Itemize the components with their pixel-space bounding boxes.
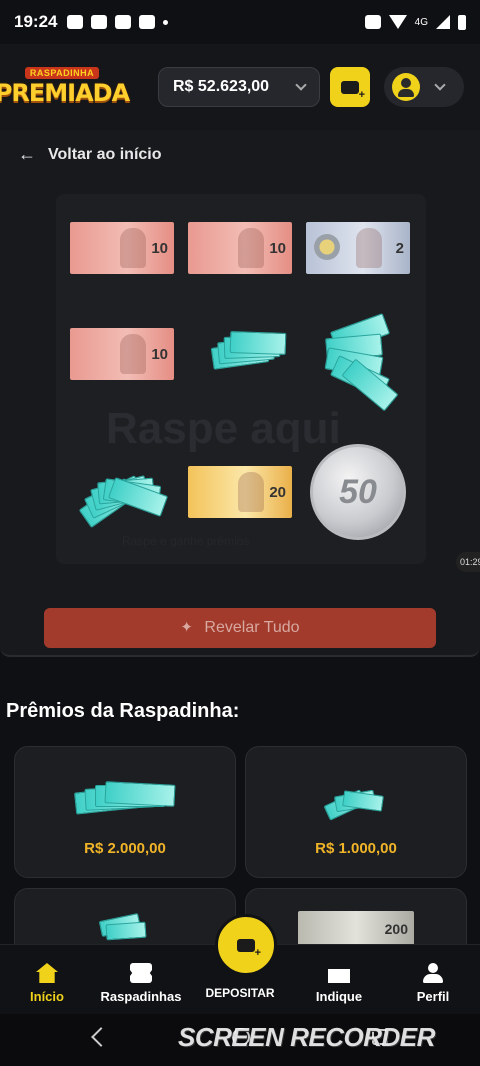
bill-image: 20 [188, 466, 292, 518]
instagram-icon [115, 15, 132, 29]
back-label: Voltar ao início [48, 145, 162, 163]
signal-icon [436, 15, 450, 29]
chevron-down-icon [434, 79, 446, 91]
prize-image: 200 [298, 911, 414, 947]
nav-label: DEPOSITAR [205, 986, 275, 1000]
bill-image: 2 [306, 222, 410, 274]
app-header: RASPADINHA PREMIADA R$ 52.623,00 [0, 44, 480, 130]
status-time: 19:24 [14, 12, 58, 31]
network-type: 4G [414, 16, 428, 28]
prize-card: R$ 1.000,00 [245, 746, 467, 878]
nav-item-depositar[interactable]: DEPOSITAR [192, 986, 288, 1004]
scratch-card[interactable]: Raspe aqui Raspe e ganhe prêmios 10 10 2… [56, 194, 426, 564]
nav-label: Início [30, 989, 64, 1004]
gift-icon [328, 969, 350, 983]
logo-top-text: RASPADINHA [24, 67, 100, 79]
prize-partial-label: 200 [384, 921, 408, 937]
notification-icons [67, 15, 169, 29]
more-notifications-icon [163, 19, 169, 25]
screen-recorder-watermark: SCREEN RECORDER [178, 1022, 435, 1052]
prize-image [74, 770, 176, 830]
home-icon [36, 963, 58, 983]
scratch-cell [68, 438, 176, 546]
scratch-cell: 10 [186, 194, 294, 302]
nav-label: Perfil [416, 989, 450, 1004]
scratch-cell: 50 [304, 438, 412, 546]
nav-label: Indique [315, 989, 363, 1004]
prize-amount: R$ 2.000,00 [84, 840, 166, 857]
deposit-header-button[interactable] [330, 67, 370, 107]
recording-timer: 01:29 [456, 552, 480, 572]
system-icons: 4G [364, 14, 466, 30]
back-link[interactable]: ← Voltar ao início [18, 144, 162, 165]
deposit-card-icon [341, 80, 365, 101]
battery-icon [458, 14, 466, 30]
status-bar: 19:24 4G [0, 0, 480, 44]
user-icon [422, 963, 444, 983]
scratch-cell: 2 [304, 194, 412, 302]
nav-item-raspadinhas[interactable]: Raspadinhas [98, 963, 184, 1004]
cast-icon [364, 15, 381, 29]
sparkle-icon [180, 618, 194, 636]
nav-item-inicio[interactable]: Início [4, 963, 90, 1004]
ticket-icon [130, 963, 152, 983]
money-fan-image [312, 313, 404, 412]
arrow-left-icon: ← [18, 144, 36, 164]
money-stack-image [194, 314, 287, 394]
scratch-cell: 20 [186, 438, 294, 546]
prize-image [98, 913, 150, 943]
nav-item-perfil[interactable]: Perfil [390, 963, 476, 1004]
bill-image: 10 [70, 328, 174, 380]
logo-main-text: PREMIADA [0, 79, 130, 107]
coin-image: 50 [310, 444, 406, 540]
deposit-card-icon [237, 938, 261, 959]
scratch-cell [186, 300, 294, 408]
reveal-all-label: Revelar Tudo [204, 619, 300, 636]
chevron-down-icon [295, 79, 307, 91]
youtube-icon [139, 15, 156, 29]
system-nav-bar: SCREEN RECORDER [0, 1014, 480, 1066]
bill-image: 10 [70, 222, 174, 274]
balance-value: R$ 52.623,00 [173, 78, 270, 95]
prize-amount: R$ 1.000,00 [315, 840, 397, 857]
balance-dropdown[interactable]: R$ 52.623,00 [158, 67, 320, 107]
prizes-title: Prêmios da Raspadinha: [6, 700, 240, 722]
user-menu[interactable] [384, 67, 464, 107]
prize-image [321, 770, 391, 830]
mask-icon [91, 15, 108, 29]
bill-image: 10 [188, 222, 292, 274]
scratch-game-panel: ← Voltar ao início Raspe aqui Raspe e ga… [0, 130, 480, 657]
money-fan-large-image [76, 452, 169, 532]
app-logo[interactable]: RASPADINHA PREMIADA [0, 64, 130, 110]
scratch-cell [304, 300, 412, 412]
scratch-cell: 10 [68, 300, 176, 408]
wifi-icon [388, 15, 407, 29]
nav-label: Raspadinhas [100, 989, 182, 1004]
avatar [392, 73, 420, 101]
nav-item-indique[interactable]: Indique [296, 963, 382, 1004]
chat-bubble-icon [67, 15, 84, 29]
reveal-all-button[interactable]: Revelar Tudo [44, 608, 436, 648]
scratch-cell: 10 [68, 194, 176, 302]
system-back-icon[interactable] [91, 1027, 111, 1047]
prize-card: R$ 2.000,00 [14, 746, 236, 878]
deposit-fab-button[interactable] [215, 914, 277, 976]
